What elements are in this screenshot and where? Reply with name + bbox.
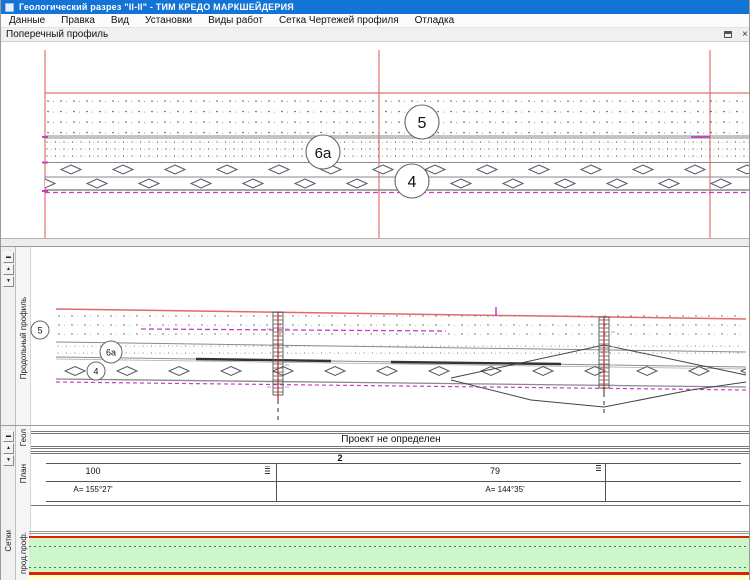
plan-distance-2: 79 — [490, 466, 500, 476]
grids-button-column: ▬ ▲ ▼ Сетки — [1, 426, 16, 580]
move-down-button[interactable]: ▼ — [3, 455, 14, 466]
station-marker — [265, 466, 270, 474]
plan-grid-header: 2 — [337, 453, 342, 463]
close-icon[interactable]: × — [742, 30, 748, 40]
panel-title: Поперечный профиль — [1, 29, 724, 40]
collapse-button[interactable]: ▬ — [3, 252, 14, 263]
project-bar-border — [31, 446, 750, 447]
layer-circle-4: 4 — [408, 174, 417, 191]
plan-distance-1: 100 — [85, 466, 100, 476]
band-yellow-strip — [29, 575, 750, 580]
project-bar-border — [31, 431, 750, 432]
grids-panel-label: Сетки — [4, 530, 13, 552]
grid-row-label-prod-prof: прод.проф. — [19, 532, 28, 574]
project-status-text: Проект не определен — [31, 434, 750, 445]
layer-circle-6a: 6а — [106, 348, 116, 358]
window-title: Геологический разрез "II-II" - ТИМ КРЕДО… — [19, 2, 294, 12]
move-up-button[interactable]: ▲ — [3, 264, 14, 275]
station-marker — [596, 463, 601, 471]
plan-grid-line — [46, 501, 741, 502]
divider — [1, 425, 750, 426]
menu-item-vidy-rabot[interactable]: Виды работ — [200, 15, 271, 26]
move-down-button[interactable]: ▼ — [3, 276, 14, 287]
float-panel-icon[interactable] — [724, 31, 732, 38]
menu-item-ustanovki[interactable]: Установки — [137, 15, 200, 26]
band-dashed-line — [29, 567, 750, 568]
plan-azimuth-1: А= 155°27' — [73, 485, 112, 494]
plan-grid-line — [46, 481, 741, 482]
project-bar-border — [31, 448, 750, 449]
long-profile-canvas[interactable]: 5 6а 4 — [31, 247, 750, 425]
long-profile-button-column: ▬ ▲ ▼ — [1, 247, 16, 425]
cross-profile-canvas[interactable]: 5 6а 4 — [1, 42, 750, 238]
plan-grid-bottom-border — [31, 505, 750, 506]
layer-circle-5: 5 — [418, 115, 427, 132]
plan-grid-border — [31, 451, 750, 452]
plan-grid-divider — [276, 463, 277, 501]
panel-separator — [1, 238, 750, 246]
menu-item-otladka[interactable]: Отладка — [407, 15, 463, 26]
menu-item-vid[interactable]: Вид — [103, 15, 137, 26]
band-border — [29, 533, 750, 534]
grid-row-label-geol: Геол — [19, 429, 28, 446]
menu-bar: Данные Правка Вид Установки Виды работ С… — [1, 14, 750, 28]
collapse-button[interactable]: ▬ — [3, 431, 14, 442]
menu-item-dannye[interactable]: Данные — [1, 15, 53, 26]
menu-item-setka-chertezhej[interactable]: Сетка Чертежей профиля — [271, 15, 407, 26]
move-up-button[interactable]: ▲ — [3, 443, 14, 454]
long-profile-panel-label: Продольный профиль — [19, 297, 28, 379]
profile-layers — [56, 307, 746, 407]
layer-circle-4: 4 — [93, 367, 98, 377]
title-bar: Геологический разрез "II-II" - ТИМ КРЕДО… — [1, 0, 750, 14]
grid-row-label-plan: План — [19, 464, 28, 483]
application-window: Геологический разрез "II-II" - ТИМ КРЕДО… — [0, 0, 750, 580]
plan-grid-border — [31, 453, 750, 454]
layer-circle-6a: 6а — [315, 145, 332, 162]
cross-profile-panel-header: Поперечный профиль × — [1, 28, 750, 42]
band-border — [29, 531, 750, 532]
long-profile-label-strip: Продольный профиль — [16, 247, 31, 425]
plan-grid-line — [46, 463, 741, 464]
menu-item-pravka[interactable]: Правка — [53, 15, 103, 26]
app-icon — [5, 3, 14, 12]
band-dashed-line — [29, 546, 750, 547]
plan-azimuth-2: А= 144°35' — [485, 485, 524, 494]
plan-grid-divider — [605, 463, 606, 501]
layer-circle-5: 5 — [37, 326, 42, 336]
